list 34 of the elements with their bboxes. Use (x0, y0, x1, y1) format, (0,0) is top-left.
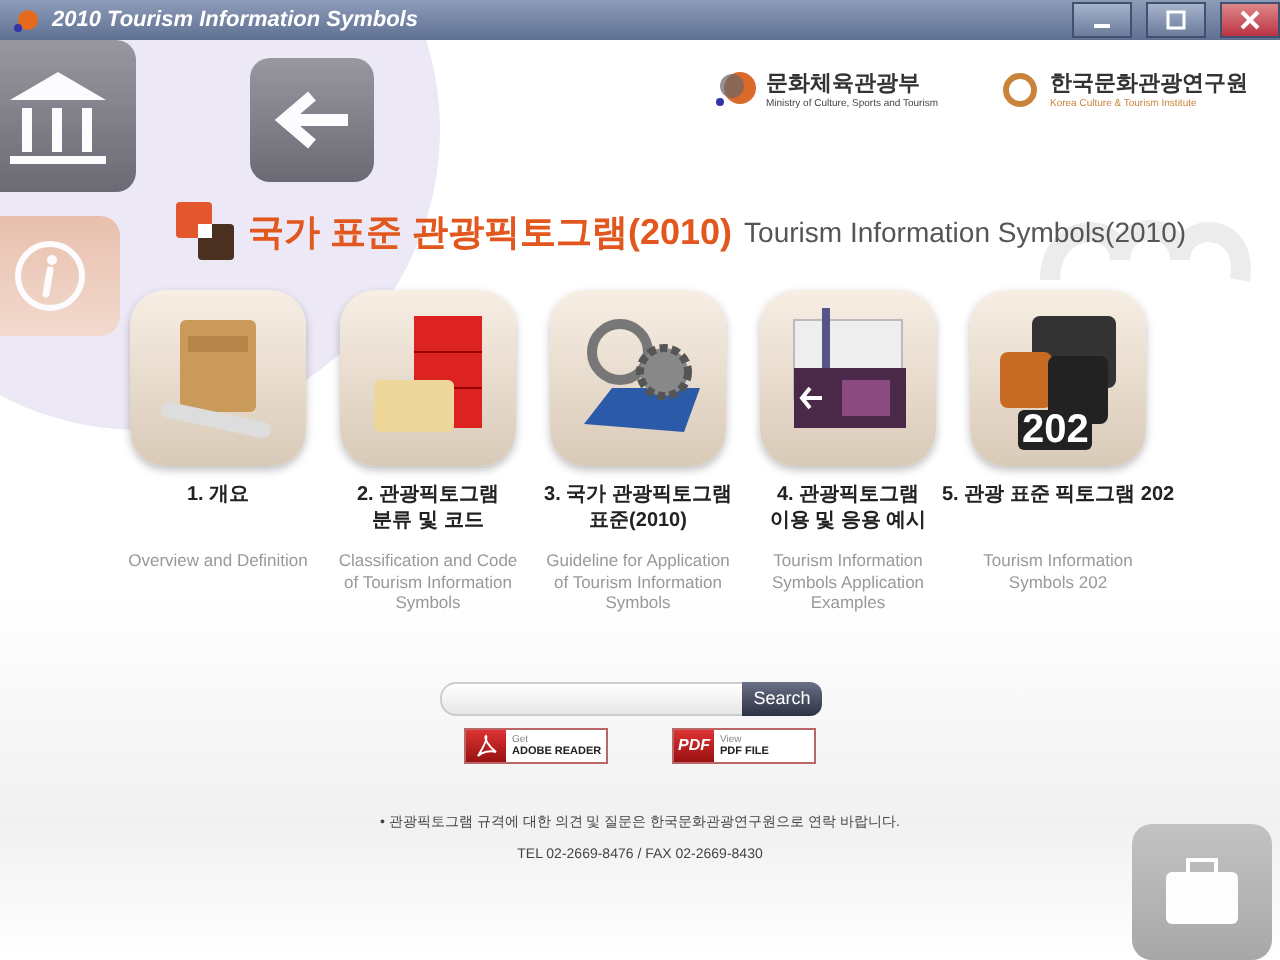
close-icon (1240, 10, 1260, 30)
acrobat-icon (474, 733, 498, 757)
minimize-button[interactable] (1072, 2, 1132, 38)
heading-english: Tourism Information Symbols(2010) (744, 216, 1187, 248)
menu-card[interactable] (550, 290, 726, 466)
heading-korean: 국가 표준 관광픽토그램(2010) (248, 210, 733, 256)
menu-description: Overview and Definition (128, 550, 308, 571)
menu-description: Classification and Code of Tourism Information Symbols (336, 550, 520, 613)
logo-name: 한국문화관광연구원 (1050, 70, 1248, 98)
menu-title[interactable]: 4. 관광픽토그램 이용 및 응용 예시 (769, 482, 927, 534)
info-tile-icon (0, 216, 120, 336)
logo-name: 문화체육관광부 (765, 70, 922, 98)
menu-description: Tourism Information Symbols 202 (981, 550, 1135, 592)
left-arrow-tile-icon (250, 58, 374, 182)
suitcase-tile-icon (1132, 824, 1272, 960)
building-tile-icon (0, 40, 136, 192)
menu-title[interactable]: 5. 관광 표준 픽토그램 202 (941, 482, 1175, 508)
menu-card[interactable] (760, 290, 936, 466)
ring-logo-icon (998, 69, 1042, 109)
menu-title[interactable]: 3. 국가 관광픽토그램 표준(2010) (544, 482, 732, 534)
menu-card[interactable]: 202 (970, 290, 1146, 466)
menu-description: Tourism Information Symbols Application Examples (769, 550, 927, 613)
close-button[interactable] (1220, 2, 1280, 38)
search-field[interactable] (440, 681, 742, 715)
maximize-icon (1166, 10, 1186, 30)
circles-logo-icon (713, 69, 758, 109)
window-title: 2010 Tourism Information Symbols (52, 8, 420, 32)
squares-logo-icon (176, 202, 236, 262)
menu-title[interactable]: 2. 관광픽토그램 분류 및 코드 (356, 482, 500, 534)
maximize-button[interactable] (1146, 2, 1206, 38)
search-button[interactable]: Search (742, 681, 822, 715)
app-icon (12, 6, 40, 34)
menu-title[interactable]: 1. 개요 (186, 482, 250, 508)
menu-description: Guideline for Application of Tourism Information Symbols (544, 550, 732, 613)
